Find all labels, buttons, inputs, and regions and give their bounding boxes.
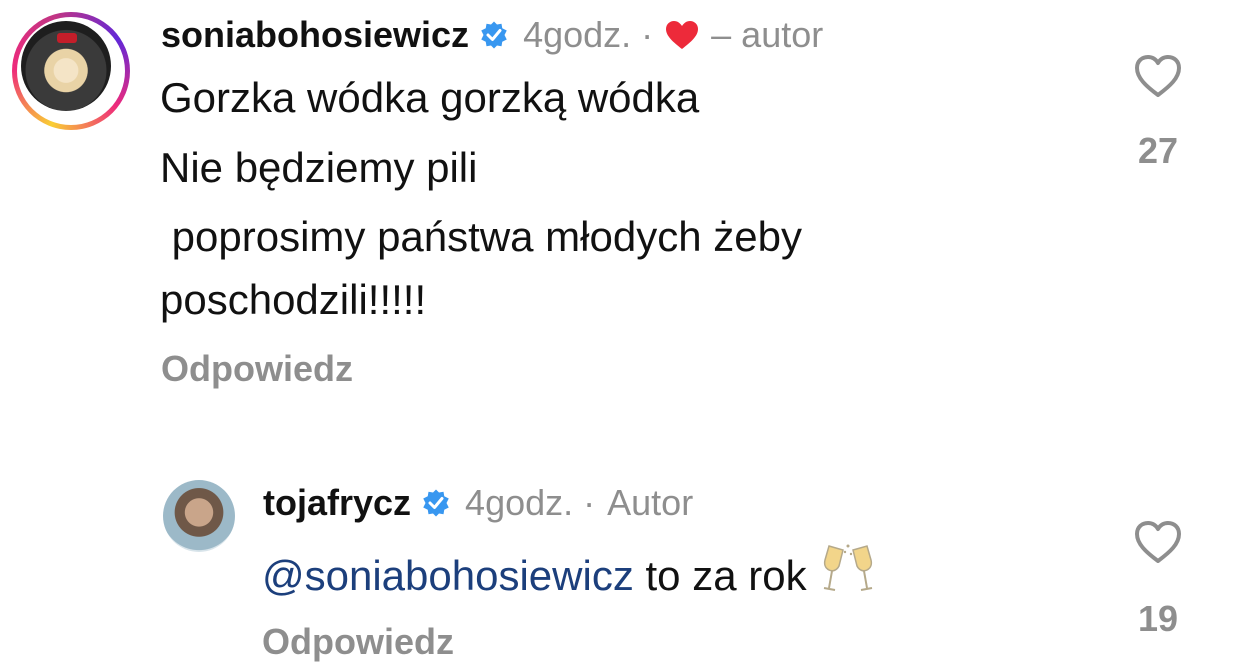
story-ring[interactable]: [12, 12, 130, 130]
comment-text-line: Gorzka wódka gorzką wódka: [160, 74, 700, 121]
separator: ·: [583, 482, 596, 523]
author-tag: – autor: [711, 14, 824, 55]
like-heart-icon[interactable]: [1134, 54, 1182, 98]
comment-text: @soniabohosiewicz to za rok: [262, 542, 873, 600]
reply-button[interactable]: Odpowiedz: [262, 621, 454, 663]
separator: ·: [641, 14, 654, 55]
avatar[interactable]: [21, 21, 111, 111]
like-count: 27: [1137, 130, 1179, 171]
comment-header: tojafrycz 4godz. · Autor: [263, 482, 693, 524]
verified-badge-icon: [481, 21, 507, 49]
comment-text-line: Nie będziemy pili: [160, 144, 478, 191]
comment-text-line: poprosimy państwa młodych żeby: [160, 213, 802, 260]
comment-header: soniabohosiewicz 4godz. · – autor: [161, 14, 823, 56]
avatar[interactable]: [163, 480, 235, 552]
clinking-glasses-icon: [823, 544, 872, 591]
comment-text-line: poschodzili!!!!!: [160, 276, 427, 323]
flower-crown: [57, 33, 77, 43]
mention-link[interactable]: @soniabohosiewicz: [262, 552, 634, 599]
username[interactable]: soniabohosiewicz: [161, 14, 469, 56]
author-tag: Autor: [607, 482, 694, 523]
comment-text-content: to za rok: [645, 552, 807, 599]
timestamp: 4godz.: [465, 482, 574, 523]
liked-by-author-heart-icon: [666, 21, 699, 49]
like-heart-icon[interactable]: [1134, 520, 1182, 564]
verified-badge-icon: [423, 489, 449, 517]
reply-button[interactable]: Odpowiedz: [161, 348, 353, 390]
username[interactable]: tojafrycz: [263, 482, 411, 524]
timestamp: 4godz.: [523, 14, 632, 55]
like-count: 19: [1137, 598, 1179, 639]
